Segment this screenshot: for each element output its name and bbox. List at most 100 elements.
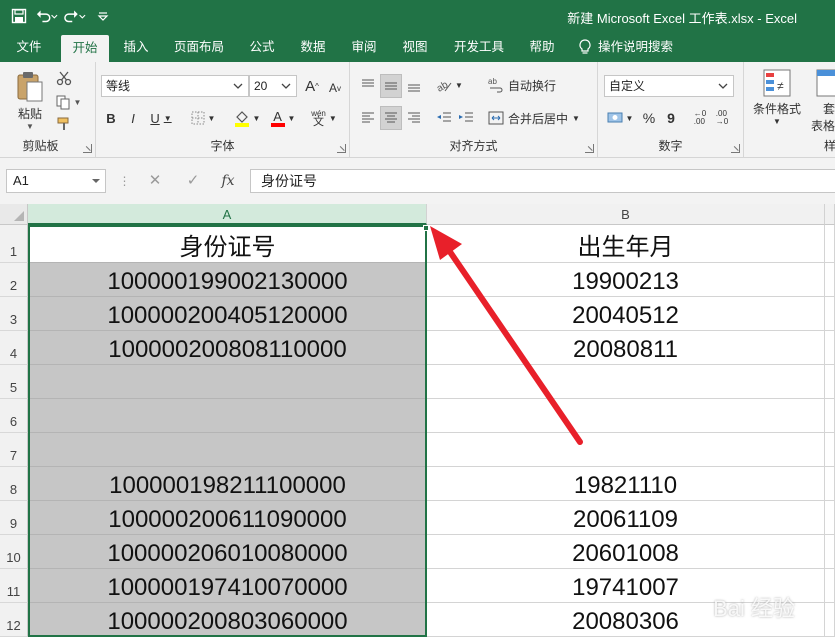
align-bottom-icon xyxy=(408,84,420,92)
orientation-button[interactable]: ab ▼ xyxy=(434,74,464,96)
wrap-text-icon: ab xyxy=(488,77,503,93)
paint-bucket-icon xyxy=(234,111,249,127)
tab-formulas[interactable]: 公式 xyxy=(243,32,281,62)
name-box[interactable]: A1 xyxy=(6,169,106,193)
conditional-format-icon: ≠ xyxy=(763,69,791,97)
number-format-combo[interactable]: 自定义 xyxy=(604,75,734,97)
tab-data[interactable]: 数据 xyxy=(294,32,332,62)
number-label: 数字 xyxy=(658,139,683,153)
percent-button[interactable]: % xyxy=(640,107,658,129)
tab-insert[interactable]: 插入 xyxy=(116,32,156,62)
tab-developer[interactable]: 开发工具 xyxy=(448,32,510,62)
align-right-icon xyxy=(408,112,420,123)
tab-view[interactable]: 视图 xyxy=(396,32,434,62)
font-name-combo[interactable]: 等线 xyxy=(101,75,249,97)
insert-function-button[interactable]: fx xyxy=(218,171,238,191)
font-size-value: 20 xyxy=(254,79,268,93)
cancel-icon[interactable]: ✕ xyxy=(145,171,165,191)
styles-label: 样 xyxy=(824,139,835,153)
name-box-value: A1 xyxy=(13,173,29,188)
chevron-down-icon xyxy=(92,179,100,183)
format-painter-icon xyxy=(57,117,69,130)
tab-review[interactable]: 审阅 xyxy=(345,32,383,62)
worksheet-grid[interactable]: A B 1 身份证号 出生年月 2 100000199002130000 19900213… xyxy=(0,204,835,637)
alignment-group: ab ▼ ab 自动换行 合并后居中 ▼ 对齐方式 xyxy=(350,62,598,158)
increase-decimal-button[interactable]: ←0.00 xyxy=(690,107,710,129)
font-launcher-icon[interactable] xyxy=(337,144,346,153)
indent-icon xyxy=(459,112,473,122)
format-as-table-button[interactable]: 套 表格格 xyxy=(811,68,835,134)
font-color-button[interactable]: A ▼ xyxy=(268,107,298,129)
alignment-label: 对齐方式 xyxy=(449,139,498,153)
align-top-icon xyxy=(362,79,374,87)
align-middle-icon xyxy=(385,82,397,90)
tab-help[interactable]: 帮助 xyxy=(523,32,561,62)
align-top-button[interactable] xyxy=(358,74,378,96)
svg-text:≠: ≠ xyxy=(777,79,784,93)
undo-icon[interactable] xyxy=(36,6,58,26)
clipboard-group: 粘贴 ▼ ▼ 剪贴板 xyxy=(0,62,96,158)
formula-input[interactable]: 身份证号 xyxy=(250,169,835,193)
tell-me-label: 操作说明搜索 xyxy=(598,40,674,54)
decrease-font-button[interactable]: Av xyxy=(325,77,345,99)
window-title: 新建 Microsoft Excel 工作表.xlsx - Excel xyxy=(567,11,797,26)
alignment-launcher-icon[interactable] xyxy=(585,144,594,153)
comma-style-button[interactable]: 9 xyxy=(662,107,680,129)
copy-icon xyxy=(56,95,70,110)
align-middle-button[interactable] xyxy=(380,74,402,98)
merge-cells-icon xyxy=(488,111,504,125)
merge-center-label: 合并后居中 xyxy=(508,111,569,126)
tab-file[interactable]: 文件 xyxy=(6,32,52,62)
fill-color-button[interactable]: ▼ xyxy=(230,107,264,129)
chevron-down-icon xyxy=(281,83,291,89)
format-table-label-1: 套 xyxy=(822,102,835,116)
chevron-down-icon xyxy=(718,83,728,89)
tab-page-layout[interactable]: 页面布局 xyxy=(168,32,230,62)
clipboard-launcher-icon[interactable] xyxy=(83,144,92,153)
align-left-icon xyxy=(362,112,374,123)
wrap-text-button[interactable]: ab 自动换行 xyxy=(488,74,568,96)
cut-button[interactable] xyxy=(52,68,76,88)
increase-indent-button[interactable] xyxy=(456,107,476,129)
phonetic-button[interactable]: wén 文 ▼ xyxy=(306,107,342,129)
align-right-button[interactable] xyxy=(404,107,424,129)
formula-bar: A1 ⋮ ✕ ✓ fx 身份证号 xyxy=(0,158,835,204)
title-bar: 新建 Microsoft Excel 工作表.xlsx - Excel xyxy=(0,0,835,32)
formula-bar-grip-icon: ⋮ xyxy=(118,174,131,188)
ribbon: 粘贴 ▼ ▼ 剪贴板 等线 20 A ^ Av B I U ▼ ▼ ▼ A ▼ … xyxy=(0,62,835,158)
copy-button[interactable]: ▼ xyxy=(52,92,84,112)
decrease-indent-button[interactable] xyxy=(434,107,454,129)
paste-icon xyxy=(17,72,43,102)
chevron-down-icon xyxy=(233,83,243,89)
increase-decimal-icon: ←0.00 xyxy=(693,109,707,126)
underline-button[interactable]: U ▼ xyxy=(146,107,176,129)
decrease-decimal-button[interactable]: .00 →0 xyxy=(712,107,732,129)
borders-button[interactable]: ▼ xyxy=(188,107,218,129)
tell-me-search[interactable]: 操作说明搜索 xyxy=(578,32,688,62)
clipboard-label: 剪贴板 xyxy=(22,139,59,153)
align-bottom-button[interactable] xyxy=(404,74,424,96)
wrap-text-label: 自动换行 xyxy=(508,78,557,93)
italic-button[interactable]: I xyxy=(124,107,142,129)
redo-icon[interactable] xyxy=(64,6,86,26)
align-center-button[interactable] xyxy=(380,106,402,130)
number-format-value: 自定义 xyxy=(609,79,646,93)
merge-center-button[interactable]: 合并后居中 ▼ xyxy=(488,107,588,129)
font-size-combo[interactable]: 20 xyxy=(249,75,297,97)
quick-access-toolbar xyxy=(8,6,114,26)
accounting-format-button[interactable]: ▼ xyxy=(604,107,636,129)
format-painter-button[interactable] xyxy=(52,114,76,134)
paste-button[interactable]: 粘贴 ▼ xyxy=(10,68,50,134)
number-launcher-icon[interactable] xyxy=(731,144,740,153)
table-format-icon xyxy=(816,69,835,97)
enter-icon[interactable]: ✓ xyxy=(183,171,203,191)
svg-text:ab: ab xyxy=(488,77,497,86)
bold-button[interactable]: B xyxy=(102,107,120,129)
tab-home[interactable]: 开始 xyxy=(61,35,109,62)
red-swatch xyxy=(270,122,285,127)
align-left-button[interactable] xyxy=(358,107,378,129)
customize-qat-icon[interactable] xyxy=(92,6,114,26)
conditional-formatting-button[interactable]: ≠ 条件格式 ▼ xyxy=(750,68,804,134)
save-icon[interactable] xyxy=(8,6,30,26)
increase-font-button[interactable]: A ^ xyxy=(302,75,322,97)
